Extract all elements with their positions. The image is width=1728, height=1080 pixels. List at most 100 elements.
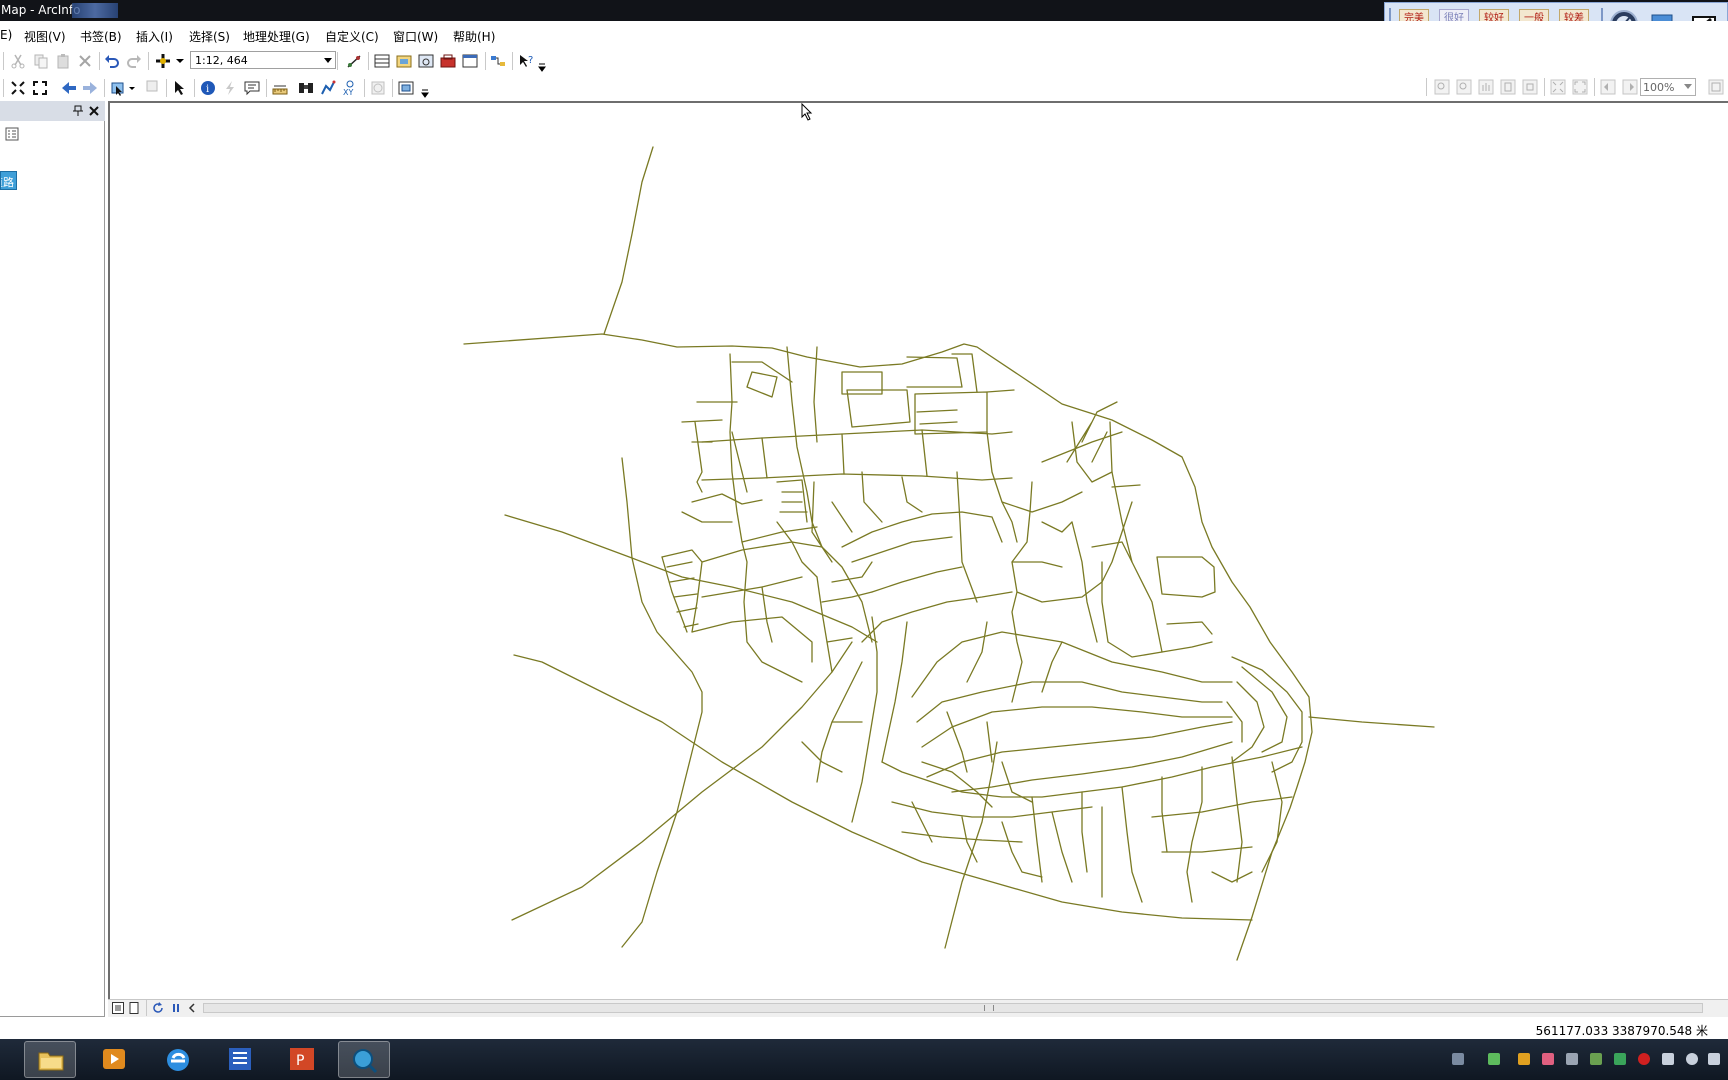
fixed-zoom-in-layout-icon[interactable]	[1550, 79, 1566, 95]
shield-icon[interactable]	[1614, 1053, 1626, 1065]
flower-icon[interactable]	[1542, 1053, 1554, 1065]
table-of-contents-icon[interactable]	[374, 53, 390, 69]
svg-text:P: P	[296, 1053, 304, 1069]
record-indicator-icon[interactable]	[1638, 1053, 1650, 1065]
go-to-xy-icon[interactable]: XY	[342, 80, 358, 96]
copy-icon[interactable]	[33, 53, 49, 69]
layout-zoom-out-icon[interactable]	[1456, 79, 1472, 95]
horizontal-scrollbar[interactable]	[203, 1003, 1703, 1013]
table-of-contents-pane	[0, 101, 105, 1017]
toc-layer-item[interactable]: 道路	[0, 171, 17, 190]
forward-extent-icon[interactable]	[82, 80, 98, 96]
taskbar-arcmap[interactable]	[338, 1041, 390, 1078]
menu-customize[interactable]: 自定义(C)	[325, 28, 379, 45]
select-elements-icon[interactable]	[172, 80, 188, 96]
search-window-icon[interactable]	[418, 53, 434, 69]
map-display[interactable]	[108, 101, 1728, 999]
menu-file[interactable]: E)	[0, 28, 12, 42]
add-data-icon[interactable]	[155, 53, 171, 69]
toolbar-separator	[1544, 78, 1545, 96]
create-viewer-window-icon[interactable]	[398, 80, 414, 96]
arcmap-icon	[353, 1049, 378, 1074]
toolbar-separator	[3, 52, 4, 70]
html-popup-icon[interactable]	[244, 80, 260, 96]
toggle-draft-mode-icon[interactable]	[1708, 79, 1724, 95]
scrollbar-grip[interactable]	[984, 1005, 994, 1011]
volume-icon[interactable]	[1662, 1053, 1674, 1065]
redo-icon[interactable]	[126, 53, 142, 69]
close-icon[interactable]	[89, 106, 99, 116]
fixed-zoom-out-icon[interactable]	[32, 80, 48, 96]
toolbar-options-icon[interactable]	[538, 58, 546, 74]
chevron-down-icon[interactable]	[128, 80, 136, 96]
list-by-drawing-order-icon[interactable]	[5, 127, 19, 141]
toolbar-separator	[146, 1000, 147, 1016]
cut-icon[interactable]	[10, 53, 26, 69]
taskbar-powerpoint[interactable]: P	[276, 1041, 328, 1078]
arctoolbox-icon[interactable]	[440, 53, 456, 69]
scroll-left-icon[interactable]	[188, 1003, 196, 1013]
catalog-icon[interactable]	[396, 53, 412, 69]
taskbar-media-player[interactable]	[88, 1041, 140, 1078]
python-window-icon[interactable]	[462, 53, 478, 69]
whats-this-help-icon[interactable]: ?	[518, 53, 534, 69]
taskbar-ie[interactable]	[152, 1041, 204, 1078]
chevron-down-icon[interactable]	[1684, 84, 1692, 90]
data-view-icon[interactable]	[112, 1002, 124, 1014]
taskbar-explorer[interactable]	[24, 1041, 76, 1078]
pause-drawing-icon[interactable]	[170, 1002, 182, 1014]
find-route-icon[interactable]	[320, 80, 336, 96]
go-back-extent-layout-icon[interactable]	[1600, 79, 1616, 95]
paste-icon[interactable]	[55, 53, 71, 69]
chevron-down-icon[interactable]	[324, 58, 332, 63]
usb-icon[interactable]	[1566, 1053, 1578, 1065]
menu-insert[interactable]: 插入(I)	[136, 28, 173, 45]
toolbar-separator	[266, 79, 267, 97]
toolbar-options-icon[interactable]	[421, 84, 429, 100]
network-icon[interactable]	[1590, 1053, 1602, 1065]
find-icon[interactable]	[298, 80, 314, 96]
road-network-map[interactable]	[110, 103, 1728, 999]
menu-windows[interactable]: 窗口(W)	[393, 28, 438, 45]
clock-icon[interactable]	[1686, 1053, 1698, 1065]
layout-zoom-in-icon[interactable]	[1434, 79, 1450, 95]
zoom-100-percent-icon[interactable]	[1522, 79, 1538, 95]
hyperlink-icon[interactable]	[222, 80, 238, 96]
chevron-down-icon[interactable]	[172, 53, 188, 69]
identify-icon[interactable]: i	[200, 80, 216, 96]
fixed-zoom-out-layout-icon[interactable]	[1572, 79, 1588, 95]
select-features-icon[interactable]	[110, 80, 126, 96]
measure-icon[interactable]	[272, 80, 288, 96]
menu-bookmarks[interactable]: 书签(B)	[80, 28, 122, 45]
zoom-whole-page-icon[interactable]	[1500, 79, 1516, 95]
menu-selection[interactable]: 选择(S)	[189, 28, 230, 45]
internet-explorer-icon	[167, 1049, 189, 1071]
menu-view[interactable]: 视图(V)	[24, 28, 66, 45]
go-forward-extent-layout-icon[interactable]	[1622, 79, 1638, 95]
editor-toolbar-icon[interactable]	[346, 53, 362, 69]
svg-text:XY: XY	[343, 88, 353, 96]
tray-app-icon[interactable]	[1518, 1053, 1530, 1065]
time-slider-icon[interactable]	[370, 80, 386, 96]
show-desktop-icon[interactable]	[1708, 1053, 1720, 1065]
delete-icon[interactable]	[77, 53, 93, 69]
refresh-icon[interactable]	[152, 1002, 164, 1014]
menu-geoprocessing[interactable]: 地理处理(G)	[243, 28, 310, 45]
title-glow	[72, 3, 118, 18]
folder-icon	[38, 1052, 64, 1071]
keyboard-icon[interactable]	[1452, 1053, 1464, 1065]
fixed-zoom-in-icon[interactable]	[10, 80, 26, 96]
map-scale-combobox[interactable]: 1:12, 464	[190, 51, 336, 69]
layout-pan-icon[interactable]	[1478, 79, 1494, 95]
back-extent-icon[interactable]	[61, 80, 77, 96]
pin-icon[interactable]	[73, 105, 83, 117]
model-builder-icon[interactable]	[490, 53, 506, 69]
clear-selection-icon[interactable]	[144, 78, 160, 94]
layout-zoom-combobox[interactable]: 100%	[1640, 78, 1696, 96]
layout-view-icon[interactable]	[128, 1002, 140, 1014]
undo-icon[interactable]	[104, 53, 120, 69]
taskbar-app[interactable]	[214, 1041, 266, 1078]
menu-help[interactable]: 帮助(H)	[453, 28, 495, 45]
battery-icon[interactable]	[1488, 1053, 1500, 1065]
media-player-icon	[103, 1049, 125, 1069]
